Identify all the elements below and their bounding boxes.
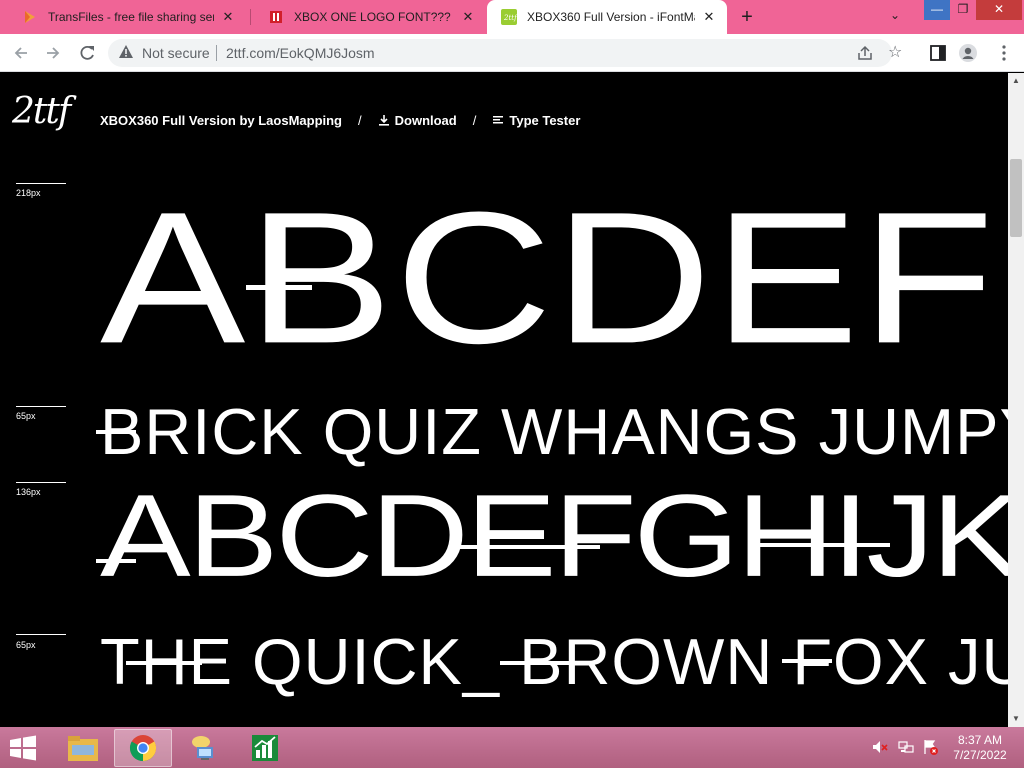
svg-text:2ttf: 2ttf	[503, 14, 517, 22]
folder-icon	[68, 736, 98, 761]
specimen-stroke	[760, 543, 890, 547]
breadcrumb-separator: /	[472, 113, 477, 128]
type-tester-link[interactable]: Type Tester	[492, 113, 580, 128]
warning-triangle-icon[interactable]	[118, 44, 134, 60]
size-label: 218px	[16, 188, 41, 198]
chart-app-icon	[252, 735, 278, 761]
new-tab-button[interactable]: +	[736, 6, 758, 28]
back-arrow-icon[interactable]	[10, 42, 32, 64]
font-title-link[interactable]: XBOX360 Full Version by LaosMapping	[100, 113, 342, 128]
tab-xbox360-full-version[interactable]: 2ttf XBOX360 Full Version - iFontMaker ✕	[487, 0, 727, 34]
chrome-icon	[129, 735, 157, 762]
site-logo[interactable]: 2ttf	[12, 91, 71, 132]
close-tab-icon[interactable]: ✕	[701, 9, 717, 25]
size-marker-line	[16, 634, 66, 635]
specimen-stroke	[126, 661, 202, 665]
address-bar[interactable]: Not secure 2ttf.com/EokQMJ6Josm ☆	[108, 39, 902, 67]
kebab-menu-icon[interactable]	[994, 43, 1014, 63]
url-text[interactable]: 2ttf.com/EokQMJ6Josm	[226, 45, 375, 61]
tab-transfiles[interactable]: TransFiles - free file sharing service ✕	[8, 0, 246, 34]
tab-divider	[250, 9, 251, 25]
security-status[interactable]: Not secure	[142, 45, 210, 61]
specimen-stroke	[96, 430, 136, 434]
type-tester-label: Type Tester	[509, 113, 581, 128]
reload-icon[interactable]	[76, 42, 98, 64]
page-content: 2ttf XBOX360 Full Version by LaosMapping…	[0, 73, 1008, 727]
size-label: 136px	[16, 487, 41, 497]
task-manager-taskbar-button[interactable]	[236, 729, 294, 767]
forward-arrow-icon[interactable]	[42, 42, 64, 64]
tab-title: XBOX ONE LOGO FONT??? - fonts	[294, 10, 454, 24]
download-link[interactable]: Download	[378, 113, 457, 128]
share-icon[interactable]	[856, 44, 874, 62]
network-app-taskbar-button[interactable]	[174, 729, 232, 767]
computer-network-icon	[192, 736, 213, 760]
ifontmaker-favicon-icon: 2ttf	[501, 9, 517, 25]
windows-taskbar	[0, 727, 1024, 768]
specimen-stroke	[782, 659, 832, 663]
specimen-stroke	[450, 545, 600, 549]
download-label: Download	[394, 113, 457, 128]
size-marker-line	[16, 482, 66, 483]
font-site-favicon-icon	[268, 9, 284, 25]
close-window-button[interactable]: ✕	[976, 0, 1022, 20]
speaker-muted-icon[interactable]	[872, 739, 888, 755]
minimize-button[interactable]: —	[924, 0, 950, 20]
scroll-up-arrow-icon[interactable]: ▲	[1008, 73, 1024, 89]
specimen-stroke	[500, 661, 570, 665]
file-explorer-taskbar-button[interactable]	[54, 729, 112, 767]
specimen-text-218px[interactable]: ABCDEF	[100, 185, 996, 372]
clock-time: 8:37 AM	[957, 733, 1003, 747]
scroll-down-arrow-icon[interactable]: ▼	[1008, 711, 1024, 727]
profile-avatar-icon[interactable]	[958, 43, 978, 63]
size-label: 65px	[16, 411, 36, 421]
restore-button[interactable]: ❐	[950, 0, 976, 20]
transfiles-favicon-icon	[22, 9, 38, 25]
specimen-stroke	[246, 285, 312, 290]
address-divider	[216, 45, 217, 61]
close-tab-icon[interactable]: ✕	[220, 9, 236, 25]
chrome-taskbar-button[interactable]	[114, 729, 172, 767]
browser-tabstrip: TransFiles - free file sharing service ✕…	[0, 0, 1024, 34]
side-panel-icon[interactable]	[928, 43, 948, 63]
size-marker-line	[16, 406, 66, 407]
tab-xbox-one-logo-font[interactable]: XBOX ONE LOGO FONT??? - fonts ✕	[254, 0, 486, 34]
bookmark-star-icon[interactable]: ☆	[888, 42, 902, 62]
scroll-thumb[interactable]	[1010, 159, 1022, 237]
specimen-text-65px[interactable]: BRICK QUIZ WHANGS JUMPY	[100, 399, 1008, 464]
breadcrumb-separator: /	[358, 113, 362, 128]
network-icon[interactable]	[898, 739, 914, 755]
action-center-flag-icon[interactable]	[922, 739, 938, 755]
tab-search-chevron-down-icon[interactable]: ⌄	[890, 8, 900, 22]
text-lines-icon	[493, 116, 504, 124]
clock-date: 7/27/2022	[953, 748, 1007, 762]
taskbar-clock[interactable]: 8:37 AM 7/27/2022	[946, 733, 1014, 763]
browser-toolbar: Not secure 2ttf.com/EokQMJ6Josm ☆	[0, 34, 1024, 72]
specimen-stroke	[96, 559, 136, 563]
download-icon	[378, 115, 389, 126]
tab-title: XBOX360 Full Version - iFontMaker	[527, 10, 695, 24]
font-nav: XBOX360 Full Version by LaosMapping / Do…	[100, 113, 580, 128]
size-label: 65px	[16, 640, 36, 650]
windows-start-button[interactable]	[8, 735, 38, 761]
close-tab-icon[interactable]: ✕	[460, 9, 476, 25]
specimen-text-136px[interactable]: ABCDEFGHIJK	[100, 477, 1008, 594]
size-marker-line	[16, 183, 66, 184]
page-scrollbar[interactable]: ▲ ▼	[1008, 73, 1024, 727]
tab-title: TransFiles - free file sharing service	[48, 10, 214, 24]
